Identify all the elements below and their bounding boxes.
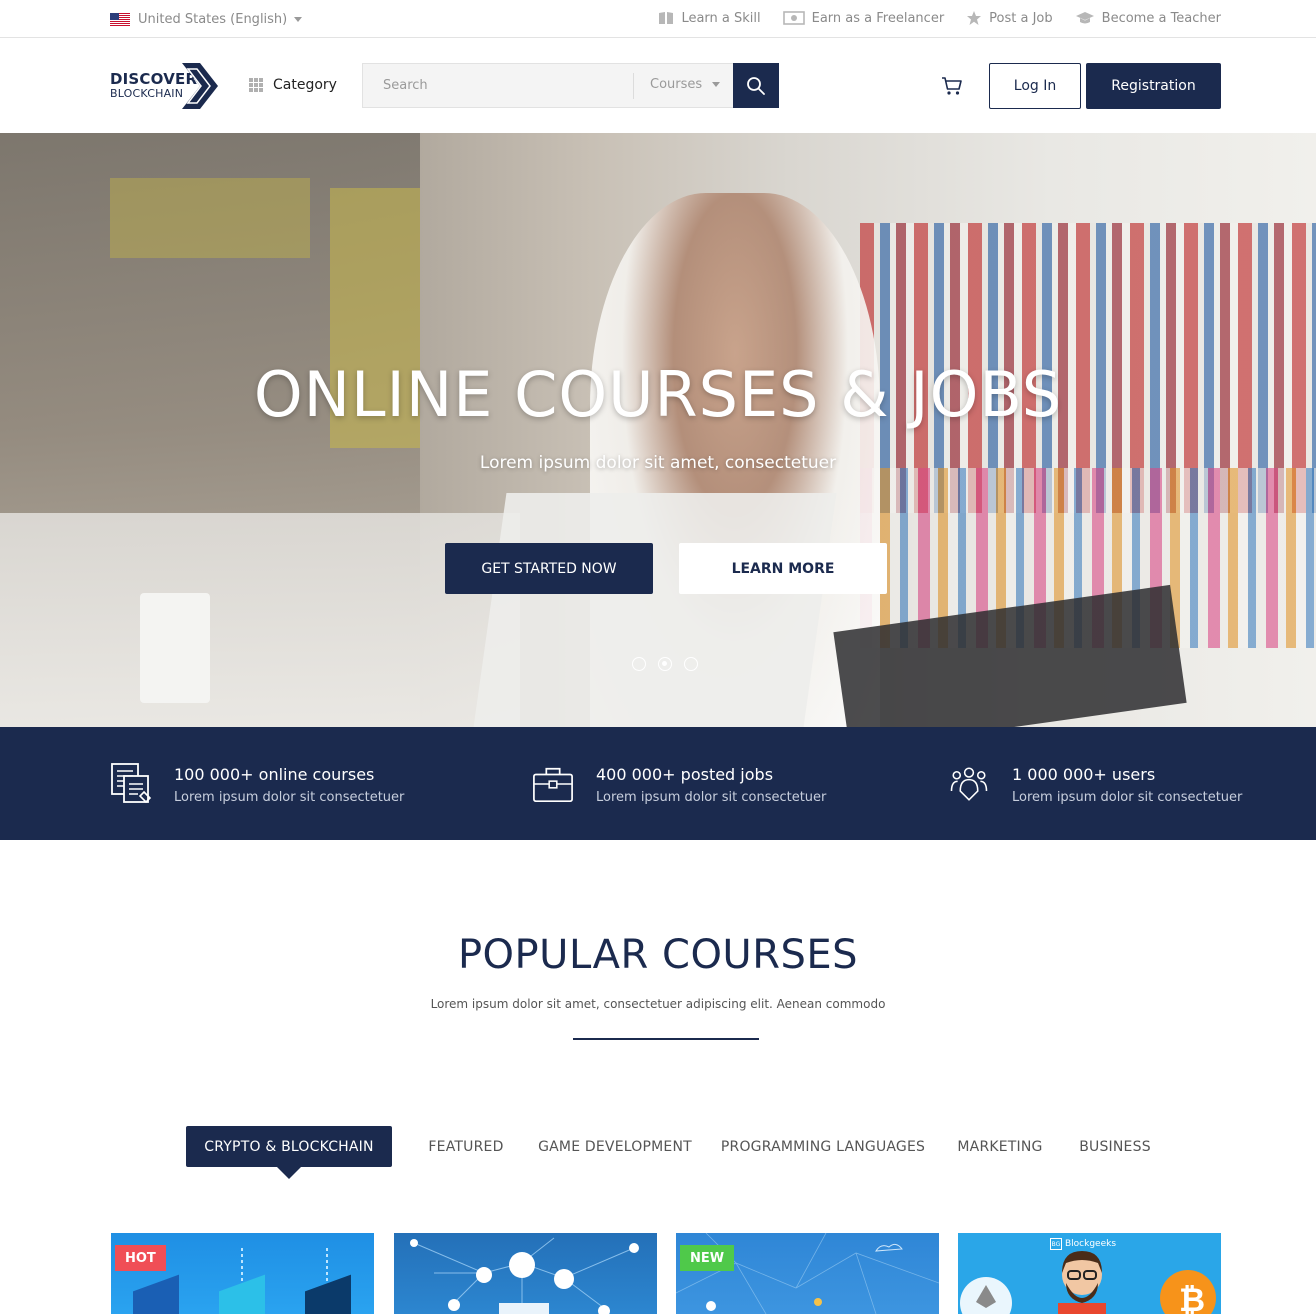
main-header: DISCOVER BLOCKCHAIN Category Courses Log…	[0, 39, 1316, 133]
star-icon	[967, 11, 982, 25]
registration-button[interactable]: Registration	[1086, 63, 1221, 109]
post-job-link[interactable]: Post a Job	[966, 10, 1053, 26]
chevron-down-icon	[712, 82, 721, 87]
briefcase-icon	[533, 767, 573, 803]
learn-more-button[interactable]: LEARN MORE	[679, 543, 887, 594]
learn-skill-link[interactable]: Learn a Skill	[658, 10, 761, 26]
tab-programming-languages[interactable]: PROGRAMMING LANGUAGES	[718, 1126, 928, 1167]
login-button[interactable]: Log In	[989, 63, 1081, 109]
post-job-label: Post a Job	[989, 10, 1053, 26]
slider-dot-3[interactable]	[684, 657, 698, 671]
cart-button[interactable]	[941, 75, 963, 101]
search-scope-select[interactable]: Courses	[650, 77, 721, 92]
stat-users-text: Lorem ipsum dolor sit consectetuer	[1012, 790, 1243, 805]
stat-jobs-title: 400 000+ posted jobs	[596, 765, 774, 784]
hero-subtitle: Lorem ipsum dolor sit amet, consectetuer	[479, 453, 837, 473]
popular-courses-subtitle: Lorem ipsum dolor sit amet, consectetuer…	[430, 997, 886, 1011]
stat-users: 1 000 000+ users Lorem ipsum dolor sit c…	[948, 762, 1242, 806]
stat-courses-title: 100 000+ online courses	[174, 765, 375, 784]
logo-chevron-icon	[182, 63, 218, 109]
blockgeeks-logo-icon: BG	[1050, 1238, 1062, 1250]
search-scope-label: Courses	[650, 77, 703, 92]
tab-business[interactable]: BUSINESS	[1072, 1126, 1158, 1167]
section-divider	[573, 1038, 759, 1040]
card-brand-label: Blockgeeks	[1065, 1239, 1117, 1249]
stat-users-title: 1 000 000+ users	[1012, 765, 1156, 784]
us-flag-icon	[110, 12, 130, 26]
become-teacher-link[interactable]: Become a Teacher	[1075, 10, 1221, 26]
top-utility-bar: United States (English) Learn a Skill Ea…	[0, 0, 1316, 38]
tab-crypto-blockchain[interactable]: CRYPTO & BLOCKCHAIN	[186, 1126, 392, 1179]
course-card-2-image	[410, 1237, 639, 1314]
tab-game-development[interactable]: GAME DEVELOPMENT	[535, 1126, 695, 1167]
chevron-down-icon	[294, 16, 303, 22]
search-button[interactable]	[733, 63, 779, 108]
search-bar: Courses	[362, 63, 733, 108]
stat-courses: 100 000+ online courses Lorem ipsum dolo…	[110, 762, 404, 806]
tab-featured[interactable]: FEATURED	[420, 1126, 512, 1167]
course-card-1[interactable]: HOT	[111, 1233, 374, 1314]
locale-selector[interactable]: United States (English)	[110, 10, 303, 28]
become-teacher-label: Become a Teacher	[1101, 10, 1221, 26]
locale-label: United States (English)	[138, 11, 288, 27]
search-divider	[633, 73, 634, 99]
earn-freelancer-label: Earn as a Freelancer	[811, 10, 945, 26]
category-menu[interactable]: Category	[249, 77, 337, 93]
course-cards: HOT NEW ₿ BG Blockgeeks	[0, 1233, 1316, 1314]
course-card-2[interactable]	[394, 1233, 657, 1314]
new-badge: NEW	[680, 1245, 735, 1271]
graduation-cap-icon	[1075, 12, 1094, 24]
hot-badge: HOT	[115, 1245, 166, 1271]
slider-dot-1[interactable]	[632, 657, 646, 671]
earn-freelancer-link[interactable]: Earn as a Freelancer	[782, 10, 945, 26]
tab-marketing[interactable]: MARKETING	[950, 1126, 1050, 1167]
category-label: Category	[273, 77, 337, 93]
slider-dots	[632, 657, 698, 671]
book-icon	[659, 12, 674, 24]
course-card-3[interactable]: NEW	[676, 1233, 939, 1314]
get-started-button[interactable]: GET STARTED NOW	[445, 543, 653, 594]
stat-jobs: 400 000+ posted jobs Lorem ipsum dolor s…	[532, 762, 826, 806]
grid-icon	[249, 78, 263, 92]
course-category-tabs: CRYPTO & BLOCKCHAIN FEATURED GAME DEVELO…	[0, 1126, 1316, 1179]
learn-skill-label: Learn a Skill	[681, 10, 761, 26]
users-icon	[950, 767, 988, 801]
site-logo[interactable]: DISCOVER BLOCKCHAIN	[110, 61, 220, 109]
logo-text-bottom: BLOCKCHAIN	[110, 87, 184, 100]
card-brand: BG Blockgeeks	[1050, 1238, 1116, 1250]
stat-courses-text: Lorem ipsum dolor sit consectetuer	[174, 790, 405, 805]
hero-slider: ONLINE COURSES & JOBS Lorem ipsum dolor …	[0, 133, 1316, 727]
money-icon	[782, 11, 805, 25]
courses-icon	[111, 763, 152, 804]
slider-dot-2[interactable]	[658, 657, 672, 671]
search-input[interactable]	[363, 64, 633, 107]
svg-text:₿: ₿	[1179, 1281, 1205, 1314]
stats-band: 100 000+ online courses Lorem ipsum dolo…	[0, 727, 1316, 840]
hero-title: ONLINE COURSES & JOBS	[253, 358, 1063, 431]
popular-courses-title: POPULAR COURSES	[457, 932, 859, 978]
search-icon	[747, 76, 765, 95]
stat-jobs-text: Lorem ipsum dolor sit consectetuer	[596, 790, 827, 805]
cart-icon	[942, 77, 962, 95]
top-links: Learn a Skill Earn as a Freelancer Post …	[658, 10, 1221, 26]
course-card-4[interactable]: ₿ BG Blockgeeks	[958, 1233, 1221, 1314]
